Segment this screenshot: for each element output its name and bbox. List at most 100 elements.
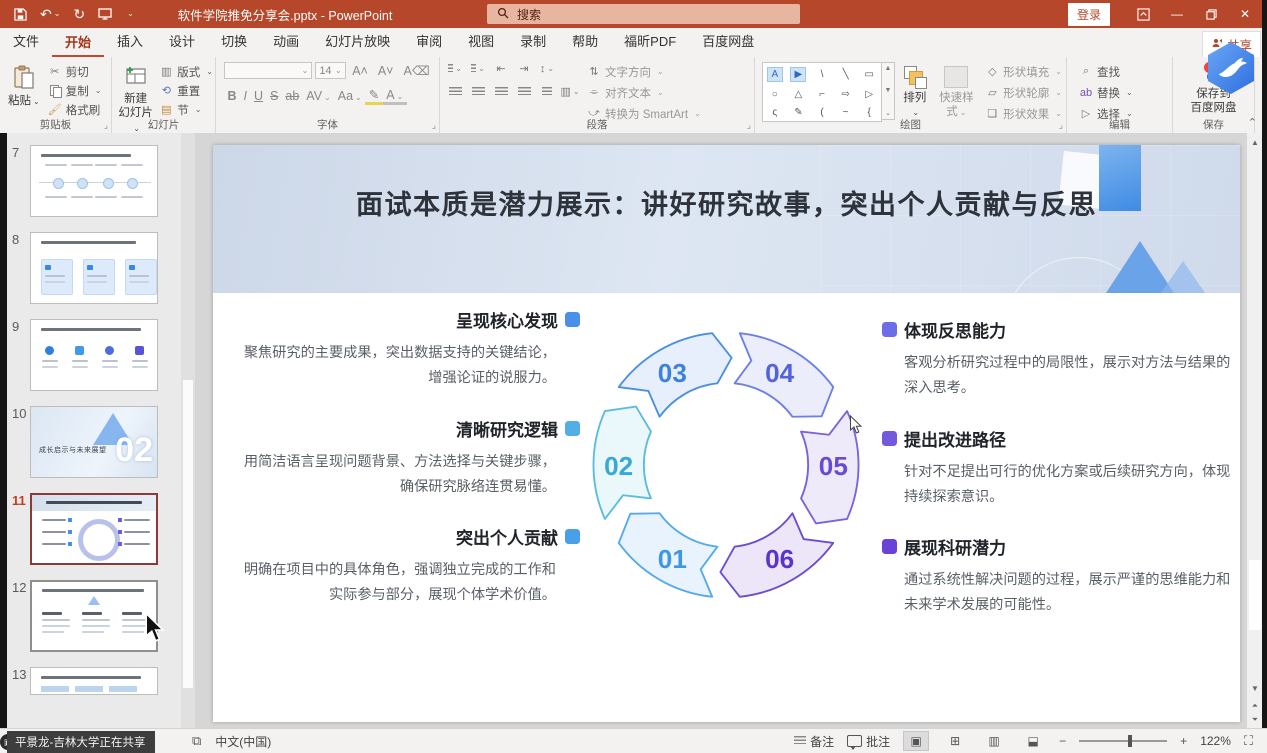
- cycle-diagram[interactable]: 010203040506: [586, 325, 866, 605]
- tab-审阅[interactable]: 审阅: [403, 25, 455, 57]
- tab-帮助[interactable]: 帮助: [559, 25, 611, 57]
- layout-button[interactable]: ▥版式⌄: [159, 62, 213, 81]
- undo-icon[interactable]: ↶⌄: [40, 7, 60, 21]
- text-direction-button[interactable]: ⇅文字方向⌄: [587, 62, 701, 81]
- tab-设计[interactable]: 设计: [156, 25, 208, 57]
- character-spacing-button[interactable]: AV⌄: [303, 89, 334, 103]
- reading-view-icon[interactable]: ▥: [981, 731, 1007, 751]
- slideshow-view-icon[interactable]: ⬓: [1020, 731, 1046, 751]
- tab-开始[interactable]: 开始: [52, 26, 104, 58]
- paste-button[interactable]: 粘贴⌄: [8, 59, 40, 119]
- slide-canvas[interactable]: 面试本质是潜力展示：讲好研究故事，突出个人贡献与反思 呈现核心发现聚焦研究的主要…: [213, 145, 1240, 722]
- slide-thumbnail-11[interactable]: [30, 493, 158, 565]
- login-button[interactable]: 登录: [1068, 3, 1110, 26]
- decrease-indent-icon[interactable]: ⇤: [494, 62, 508, 75]
- shape-glyph[interactable]: ⇨: [841, 89, 849, 100]
- tab-视图[interactable]: 视图: [455, 25, 507, 57]
- font-name-combo[interactable]: ⌄: [224, 62, 312, 79]
- replace-button[interactable]: ab替换⌄: [1079, 83, 1172, 102]
- close-button[interactable]: ✕: [1228, 0, 1262, 28]
- next-slide-icon[interactable]: ⏷: [1247, 713, 1263, 727]
- normal-view-icon[interactable]: ▣: [903, 731, 929, 751]
- shape-glyph[interactable]: ╲: [843, 69, 849, 80]
- cut-button[interactable]: ✂剪切: [48, 62, 102, 81]
- previous-slide-icon[interactable]: ⏶: [1247, 699, 1263, 713]
- ribbon-display-options-icon[interactable]: [1126, 0, 1160, 28]
- scroll-down-icon[interactable]: ▼: [1247, 681, 1263, 695]
- search-box[interactable]: 搜索: [487, 4, 800, 24]
- zoom-slider[interactable]: [1079, 740, 1167, 742]
- clipboard-dialog-launcher[interactable]: ⌟: [104, 120, 108, 131]
- accessibility-icon[interactable]: ⧉: [192, 733, 201, 749]
- line-spacing-icon[interactable]: ↕⌄: [540, 62, 554, 75]
- shape-glyph[interactable]: (: [820, 107, 823, 118]
- tab-动画[interactable]: 动画: [260, 25, 312, 57]
- font-size-combo[interactable]: 14⌄: [315, 62, 345, 79]
- zoom-in-icon[interactable]: +: [1180, 734, 1187, 748]
- minimize-button[interactable]: —: [1160, 0, 1194, 28]
- shape-glyph[interactable]: ▶: [790, 67, 806, 82]
- shapes-gallery[interactable]: A▶\╲▭○△⌐⇨▷ς✎(~{: [762, 62, 882, 122]
- align-center-icon[interactable]: [471, 85, 485, 98]
- comments-toggle[interactable]: 批注: [847, 733, 890, 750]
- arrange-button[interactable]: 排列⌄: [902, 62, 927, 120]
- vertical-scrollbar[interactable]: ▲ ▼ ⏶ ⏷: [1247, 133, 1263, 728]
- scroll-up-icon[interactable]: ▲: [1247, 135, 1263, 149]
- align-left-icon[interactable]: [448, 85, 462, 98]
- shape-fill-button[interactable]: ◇形状填充⌄: [985, 62, 1062, 81]
- shape-glyph[interactable]: △: [795, 89, 803, 100]
- numbering-icon[interactable]: ⌄: [471, 62, 485, 75]
- collapse-ribbon-icon[interactable]: ⌃: [1248, 116, 1257, 129]
- quick-styles-button[interactable]: 快速样式⌄: [934, 62, 978, 120]
- columns-icon[interactable]: ▥⌄: [563, 85, 577, 98]
- find-button[interactable]: ⌕查找: [1079, 62, 1172, 81]
- tab-录制[interactable]: 录制: [507, 25, 559, 57]
- start-slideshow-icon[interactable]: [98, 8, 112, 20]
- tab-百度网盘[interactable]: 百度网盘: [689, 25, 767, 57]
- tab-文件[interactable]: 文件: [0, 25, 52, 57]
- thumbnail-scrollbar-thumb[interactable]: [183, 380, 193, 688]
- italic-button[interactable]: I: [240, 89, 250, 103]
- clear-formatting-icon[interactable]: A⌫: [400, 63, 433, 78]
- distribute-icon[interactable]: [540, 85, 554, 98]
- zoom-slider-thumb[interactable]: [1128, 735, 1132, 747]
- font-color-button[interactable]: A⌄: [383, 88, 407, 105]
- strikethrough-button[interactable]: S: [267, 89, 282, 103]
- scrollbar-thumb[interactable]: [1249, 560, 1261, 630]
- slide-thumbnail-7[interactable]: [30, 145, 158, 217]
- drawing-dialog-launcher[interactable]: ⌟: [1059, 120, 1063, 131]
- slide-thumbnail-9[interactable]: [30, 319, 158, 391]
- shape-glyph[interactable]: {: [868, 107, 871, 118]
- tab-插入[interactable]: 插入: [104, 25, 156, 57]
- restore-button[interactable]: [1194, 0, 1228, 28]
- tab-幻灯片放映[interactable]: 幻灯片放映: [312, 25, 403, 57]
- font-dialog-launcher[interactable]: ⌟: [432, 120, 436, 131]
- slide-thumbnail-13[interactable]: [30, 667, 158, 695]
- slide-thumbnail-12[interactable]: [30, 580, 158, 652]
- increase-indent-icon[interactable]: ⇥: [517, 62, 531, 75]
- underline-button[interactable]: U: [251, 89, 267, 103]
- justify-icon[interactable]: [517, 85, 531, 98]
- shape-glyph[interactable]: ▭: [864, 69, 873, 80]
- language-indicator[interactable]: 中文(中国): [215, 733, 271, 750]
- slide-thumbnail-10[interactable]: 成长启示与未来展望 02: [30, 406, 158, 478]
- slide-thumbnail-8[interactable]: [30, 232, 158, 304]
- fit-to-window-icon[interactable]: ⛶: [1244, 733, 1253, 749]
- highlight-color-button[interactable]: ✎: [365, 87, 382, 105]
- subscript-button[interactable]: ab: [282, 89, 303, 103]
- save-icon[interactable]: [14, 8, 27, 21]
- zoom-out-icon[interactable]: −: [1059, 734, 1066, 748]
- bold-button[interactable]: B: [224, 89, 240, 103]
- notes-toggle[interactable]: 备注: [794, 733, 834, 750]
- redo-icon[interactable]: ↻: [73, 7, 85, 21]
- shape-glyph[interactable]: ς: [772, 107, 777, 118]
- copy-button[interactable]: 复制⌄: [48, 81, 102, 100]
- shape-outline-button[interactable]: ▱形状轮廓⌄: [985, 83, 1062, 102]
- align-right-icon[interactable]: [494, 85, 508, 98]
- shape-glyph[interactable]: ⌐: [819, 89, 825, 100]
- shape-glyph[interactable]: ✎: [794, 107, 802, 118]
- change-case-button[interactable]: Aa⌄: [334, 89, 365, 103]
- tab-福昕PDF[interactable]: 福昕PDF: [611, 25, 689, 57]
- align-text-button[interactable]: ⌯对齐文本⌄: [587, 83, 701, 102]
- shapes-gallery-scroll[interactable]: ▲▼⌄: [882, 62, 895, 120]
